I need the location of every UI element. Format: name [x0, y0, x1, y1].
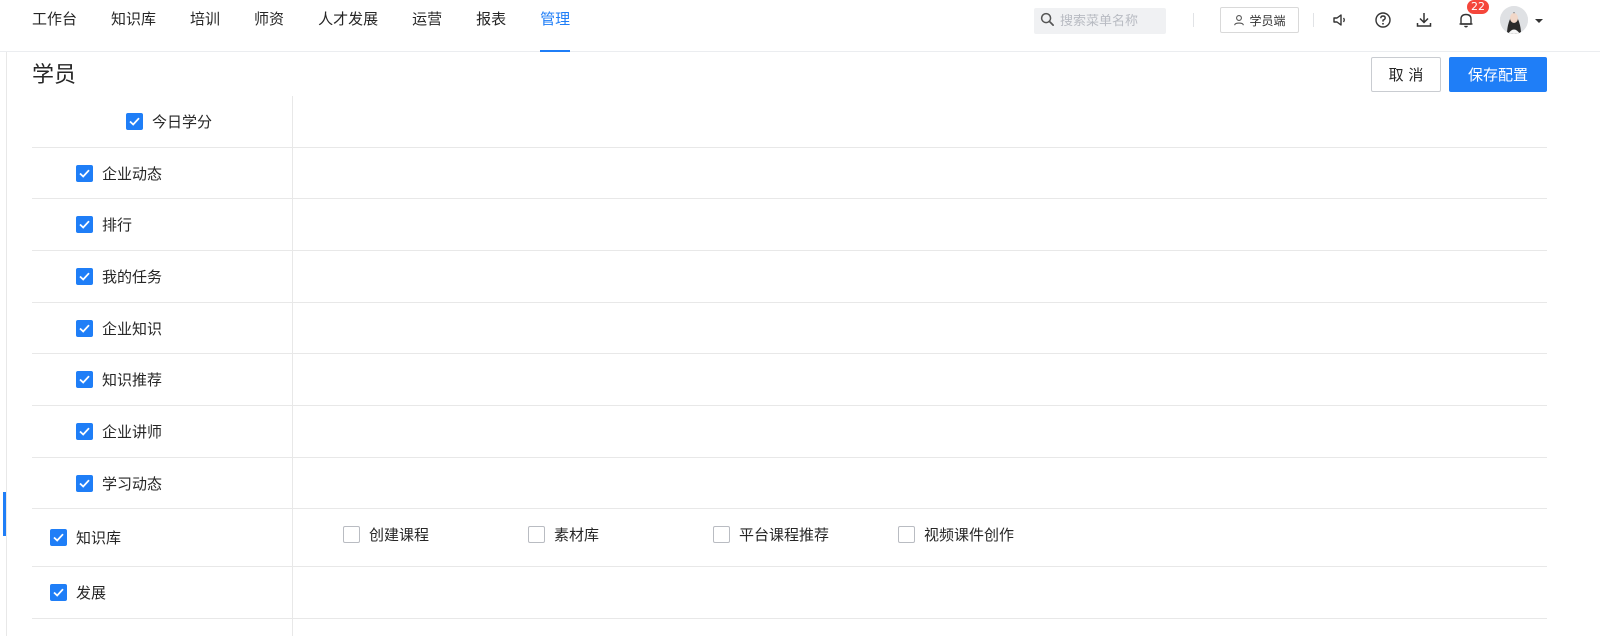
- nav-item-talent-development[interactable]: 人才发展: [318, 0, 378, 52]
- avatar[interactable]: [1500, 6, 1528, 34]
- divider: [1313, 13, 1314, 27]
- row-checkbox-development[interactable]: 发展: [50, 567, 106, 618]
- option-platform-course-recommend[interactable]: 平台课程推荐: [713, 506, 829, 563]
- search-icon: [1040, 12, 1055, 31]
- chevron-down-icon[interactable]: [1534, 18, 1544, 24]
- checkbox-checked[interactable]: [76, 216, 93, 233]
- nav-item-teachers[interactable]: 师资: [254, 0, 284, 52]
- nav-item-operations[interactable]: 运营: [412, 0, 442, 52]
- option-label: 平台课程推荐: [739, 526, 830, 544]
- row-checkbox-company-news[interactable]: 企业动态: [76, 148, 162, 198]
- checkbox-checked[interactable]: [50, 584, 67, 601]
- menu-search-box[interactable]: [1034, 8, 1166, 34]
- student-portal-label: 学员端: [1249, 13, 1286, 28]
- table-row: 我的任务: [32, 251, 1547, 303]
- table-row: 知识推荐: [32, 354, 1547, 406]
- checkbox-checked[interactable]: [76, 164, 93, 182]
- option-label: 素材库: [554, 526, 600, 544]
- option-create-course[interactable]: 创建课程: [343, 506, 429, 563]
- nav-item-reports[interactable]: 报表: [476, 0, 506, 52]
- row-label: 排行: [102, 216, 133, 234]
- checkbox-checked[interactable]: [126, 113, 143, 130]
- nav-item-training[interactable]: 培训: [190, 0, 220, 52]
- row-checkbox-learning-activity[interactable]: 学习动态: [76, 458, 162, 508]
- main-nav: 工作台 知识库 培训 师资 人才发展 运营 报表 管理: [32, 0, 604, 52]
- checkbox-checked[interactable]: [76, 474, 93, 492]
- row-checkbox-my-tasks[interactable]: 我的任务: [76, 251, 162, 302]
- row-label: 发展: [76, 584, 107, 602]
- row-checkbox-today-credits[interactable]: 今日学分: [126, 96, 212, 147]
- top-navbar: 工作台 知识库 培训 师资 人才发展 运营 报表 管理 学员端 22: [0, 0, 1600, 52]
- row-label: 企业动态: [102, 164, 163, 183]
- table-row: 学习动态: [32, 458, 1547, 509]
- checkbox-unchecked[interactable]: [528, 526, 545, 543]
- table-row: 今日学分: [32, 96, 1547, 148]
- row-label: 企业知识: [102, 319, 163, 338]
- checkbox-checked[interactable]: [76, 268, 93, 285]
- checkbox-unchecked[interactable]: [713, 526, 730, 543]
- nav-item-management[interactable]: 管理: [540, 0, 571, 52]
- notification-count-badge: 22: [1467, 0, 1489, 14]
- row-checkbox-company-lecturers[interactable]: 企业讲师: [76, 406, 162, 457]
- table-row: 企业知识: [32, 303, 1547, 354]
- table-row: 发展: [32, 567, 1547, 619]
- nav-item-workbench[interactable]: 工作台: [32, 0, 77, 52]
- checkbox-checked[interactable]: [76, 423, 93, 440]
- checkbox-checked[interactable]: [76, 319, 93, 337]
- save-config-button[interactable]: 保存配置: [1449, 57, 1547, 92]
- student-portal-button[interactable]: 学员端: [1220, 7, 1299, 33]
- announcement-icon[interactable]: [1331, 11, 1349, 29]
- row-label: 知识推荐: [102, 371, 163, 389]
- row-checkbox-knowledge-recommend[interactable]: 知识推荐: [76, 354, 162, 405]
- row-label: 企业讲师: [102, 423, 163, 441]
- table-row: 排行: [32, 199, 1547, 251]
- page-title: 学员: [32, 63, 77, 88]
- option-label: 视频课件创作: [924, 526, 1015, 544]
- option-label: 创建课程: [369, 526, 430, 544]
- permission-table: 今日学分 企业动态 排行 我的任务 企业知识 知识推荐 企业讲师 学习动态 知识…: [32, 96, 1547, 619]
- row-label: 知识库: [76, 529, 122, 547]
- download-icon[interactable]: [1415, 11, 1433, 29]
- checkbox-checked[interactable]: [76, 371, 93, 388]
- option-video-courseware-creation[interactable]: 视频课件创作: [898, 506, 1014, 563]
- row-label: 学习动态: [102, 474, 163, 493]
- row-checkbox-ranking[interactable]: 排行: [76, 199, 132, 250]
- divider: [1193, 13, 1194, 27]
- row-checkbox-knowledge-base[interactable]: 知识库: [50, 509, 121, 566]
- row-label: 我的任务: [102, 268, 163, 286]
- checkbox-unchecked[interactable]: [898, 526, 915, 543]
- option-material-library[interactable]: 素材库: [528, 506, 599, 563]
- checkbox-unchecked[interactable]: [343, 526, 360, 543]
- nav-item-knowledge-base[interactable]: 知识库: [111, 0, 156, 52]
- row-checkbox-company-knowledge[interactable]: 企业知识: [76, 303, 162, 353]
- help-icon[interactable]: [1374, 11, 1392, 29]
- table-row: 企业讲师: [32, 406, 1547, 458]
- sidebar-edge: [6, 52, 7, 636]
- search-input[interactable]: [1060, 13, 1160, 29]
- table-row: 知识库 创建课程 素材库 平台课程推荐 视频课件创作: [32, 509, 1547, 567]
- checkbox-checked[interactable]: [50, 529, 67, 546]
- sidebar-active-indicator: [3, 492, 6, 536]
- row-label: 今日学分: [152, 113, 213, 131]
- cancel-button[interactable]: 取 消: [1371, 57, 1441, 92]
- table-row: 企业动态: [32, 148, 1547, 199]
- user-icon: [1234, 15, 1245, 26]
